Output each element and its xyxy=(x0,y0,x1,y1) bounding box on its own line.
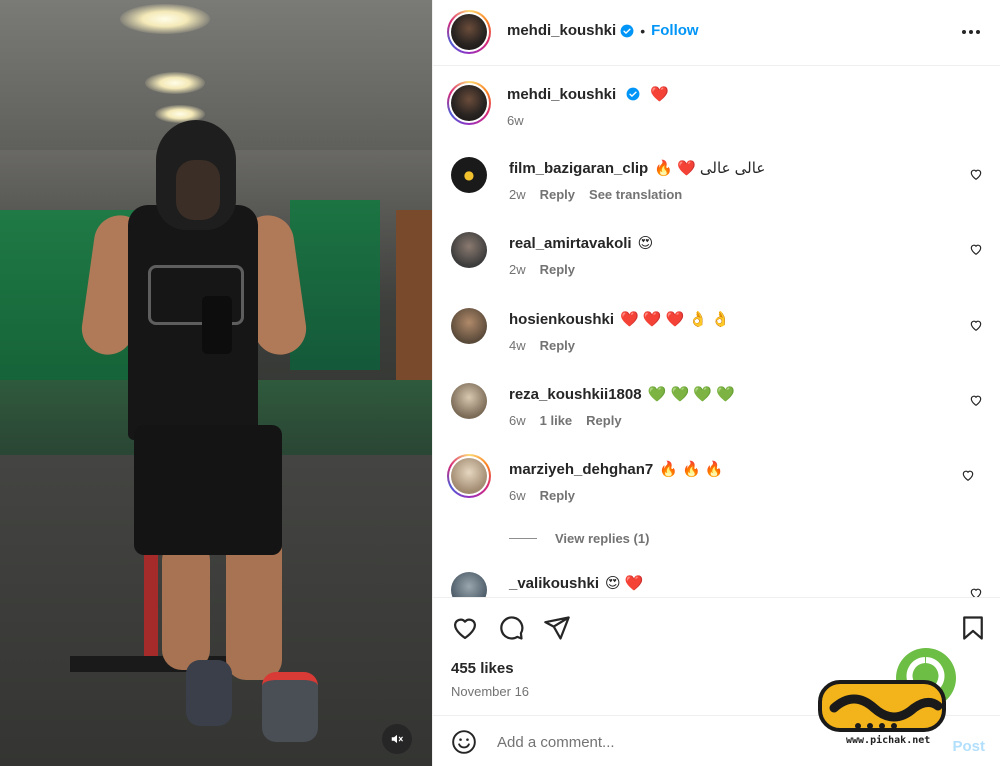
reply-button[interactable]: Reply xyxy=(540,187,575,202)
caption: mehdi_koushki ❤️ 6w xyxy=(447,81,987,141)
author-avatar[interactable] xyxy=(447,10,491,54)
comment-text: 🔥 ❤️ عالی عالی xyxy=(654,160,766,177)
caption-text: ❤️ xyxy=(650,86,670,103)
reply-button[interactable]: Reply xyxy=(540,262,575,277)
commenter-avatar[interactable] xyxy=(451,383,487,419)
left-shoe xyxy=(186,660,232,726)
view-replies-button[interactable]: View replies (1) xyxy=(509,531,649,546)
commenter-avatar[interactable] xyxy=(451,572,487,597)
follow-button[interactable]: Follow xyxy=(651,22,699,39)
comment-time: 4w xyxy=(509,338,526,353)
comment-username[interactable]: real_amirtavakoli xyxy=(509,235,632,252)
comments-list[interactable]: mehdi_koushki ❤️ 6w ● film_bazigaran_cli… xyxy=(433,67,1000,597)
reply-button[interactable]: Reply xyxy=(540,338,575,353)
comment-item: marziyeh_dehghan7 🔥 🔥 🔥 6w Reply xyxy=(447,454,987,524)
comment-item: hosienkoushki ❤️ ❤️ ❤️ 👌 👌 4w Reply xyxy=(451,308,991,374)
comment-time: 2w xyxy=(509,262,526,277)
comment-item: reza_koushkii1808 💚 💚 💚 💚 6w 1 like Reply xyxy=(451,383,991,449)
caption-time: 6w xyxy=(507,113,524,128)
see-translation-button[interactable]: See translation xyxy=(589,187,682,202)
commenter-avatar[interactable] xyxy=(451,308,487,344)
like-comment-heart-icon[interactable] xyxy=(969,167,983,181)
post-header: mehdi_koushki • Follow xyxy=(433,0,1000,66)
comment-username[interactable]: _valikoushki xyxy=(509,575,599,592)
mute-button[interactable] xyxy=(382,724,412,754)
comment-time: 2w xyxy=(509,187,526,202)
comment-username[interactable]: reza_koushkii1808 xyxy=(509,386,642,403)
left-leg xyxy=(162,540,210,670)
phone xyxy=(202,296,232,354)
like-heart-icon[interactable] xyxy=(451,614,479,642)
comment-likes-count[interactable]: 1 like xyxy=(540,413,573,428)
instagram-post-modal: mehdi_koushki • Follow mehdi_koushki ❤️ … xyxy=(0,0,1000,766)
more-options-icon[interactable] xyxy=(959,22,983,42)
reply-button[interactable]: Reply xyxy=(540,488,575,503)
post-video[interactable] xyxy=(0,0,432,766)
speaker-muted-icon xyxy=(391,734,403,744)
right-shoe xyxy=(262,672,318,742)
comment-username[interactable]: marziyeh_dehghan7 xyxy=(509,461,653,478)
comment-item: _valikoushki 😍 ❤️ xyxy=(451,572,991,597)
separator-dot: • xyxy=(640,22,646,39)
comment-time: 6w xyxy=(509,488,526,503)
person-face xyxy=(176,160,220,220)
like-comment-heart-icon[interactable] xyxy=(961,468,975,482)
comment-username[interactable]: film_bazigaran_clip xyxy=(509,160,648,177)
comment-text: 💚 💚 💚 💚 xyxy=(647,386,735,403)
avatar-logo-icon: ● xyxy=(463,168,475,182)
commenter-avatar[interactable] xyxy=(451,232,487,268)
comment-text: 🔥 🔥 🔥 xyxy=(659,461,724,478)
emoji-picker-icon[interactable] xyxy=(451,729,477,755)
likes-count[interactable]: 455 likes xyxy=(451,660,514,677)
post-date[interactable]: November 16 xyxy=(451,684,529,699)
like-comment-heart-icon[interactable] xyxy=(969,242,983,256)
comment-text: 😍 xyxy=(637,235,654,252)
verified-badge-icon xyxy=(626,87,640,101)
author-username[interactable]: mehdi_koushki xyxy=(507,22,616,39)
comment-username[interactable]: hosienkoushki xyxy=(509,311,614,328)
like-comment-heart-icon[interactable] xyxy=(969,586,983,597)
comment-item: ● film_bazigaran_clip 🔥 ❤️ عالی عالی 2w R… xyxy=(451,157,991,223)
green-wall xyxy=(290,200,380,370)
ceiling-light xyxy=(120,4,210,34)
watermark-url: www.pichak.net xyxy=(846,735,931,746)
reply-button[interactable]: Reply xyxy=(586,413,621,428)
pichak-logo xyxy=(818,648,956,732)
ceiling-light xyxy=(145,72,205,94)
comment-text: 😍 ❤️ xyxy=(605,575,644,592)
replies-divider xyxy=(509,538,537,539)
view-replies-label: View replies (1) xyxy=(555,531,650,546)
commenter-avatar[interactable] xyxy=(447,454,491,498)
commenter-avatar[interactable]: ● xyxy=(451,157,487,193)
comment-text: ❤️ ❤️ ❤️ 👌 👌 xyxy=(620,311,731,328)
person-shorts xyxy=(134,425,282,555)
comment-bubble-icon[interactable] xyxy=(497,614,525,642)
caption-avatar[interactable] xyxy=(447,81,491,125)
verified-badge-icon xyxy=(620,24,634,37)
caption-username[interactable]: mehdi_koushki xyxy=(507,86,616,103)
like-comment-heart-icon[interactable] xyxy=(969,393,983,407)
share-send-icon[interactable] xyxy=(543,614,571,642)
comment-item: real_amirtavakoli 😍 2w Reply xyxy=(451,232,991,298)
like-comment-heart-icon[interactable] xyxy=(969,318,983,332)
comment-time: 6w xyxy=(509,413,526,428)
